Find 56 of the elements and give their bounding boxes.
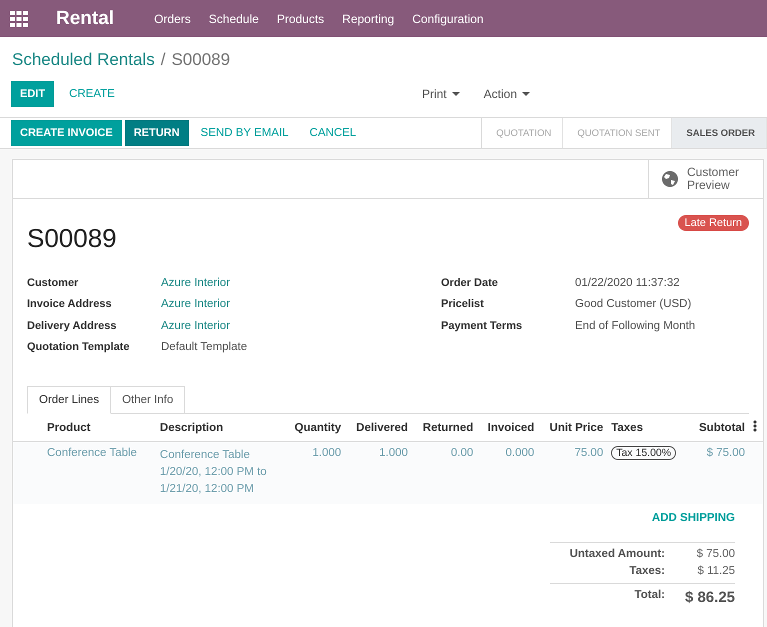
customer-preview-button[interactable]: Customer Preview: [648, 160, 763, 198]
table-cell: 0.000: [477, 442, 538, 504]
menu-item[interactable]: Orders: [154, 12, 191, 26]
create-button[interactable]: CREATE: [60, 81, 124, 107]
total-value: $ 75.00: [696, 548, 735, 560]
statusbar-button[interactable]: CANCEL: [300, 120, 366, 146]
menu-item[interactable]: Products: [276, 12, 324, 26]
field-label: Payment Terms: [441, 320, 524, 332]
status-stage[interactable]: SALES ORDER: [672, 118, 767, 148]
menu-item[interactable]: Schedule: [208, 12, 259, 26]
order-number: S00089: [27, 223, 117, 254]
field-label: Invoice Address: [27, 298, 113, 310]
field-value: End of Following Month: [575, 320, 696, 332]
breadcrumb-link[interactable]: Scheduled Rentals: [12, 50, 155, 70]
total-value: $ 11.25: [697, 565, 735, 577]
table-cell: 0.00: [412, 442, 478, 504]
total-label: Total:: [634, 589, 665, 603]
menu-item[interactable]: Reporting: [342, 12, 394, 26]
menu-item[interactable]: Configuration: [412, 12, 484, 26]
field-label: Pricelist: [441, 298, 485, 310]
breadcrumb-separator: /: [160, 50, 166, 70]
table-cell: $ 75.00: [688, 442, 749, 504]
field-value: Good Customer (USD): [575, 298, 692, 310]
field-link[interactable]: Azure Interior: [161, 320, 230, 332]
table-cell: 1.000: [345, 442, 412, 504]
dropdown-button[interactable]: Print: [416, 86, 466, 102]
field-link[interactable]: Azure Interior: [161, 298, 230, 310]
breadcrumb-current: S00089: [171, 50, 230, 70]
tab[interactable]: Order Lines: [27, 386, 112, 414]
table-cell: 75.00: [538, 442, 608, 504]
statusbar-button[interactable]: CREATE INVOICE: [11, 120, 122, 146]
more-options-icon[interactable]: [753, 420, 757, 432]
field-link[interactable]: Azure Interior: [161, 276, 230, 289]
statusbar-button[interactable]: SEND BY EMAIL: [192, 120, 298, 146]
field-value: Default Template: [161, 341, 248, 354]
field-value: 01/22/2020 11:37:32: [575, 276, 680, 289]
field-label: Delivery Address: [27, 320, 118, 332]
app-name: Rental: [56, 8, 114, 30]
table-cell: Conference Table: [13, 442, 156, 504]
late-return-badge: Late Return: [678, 215, 749, 231]
add-shipping-link[interactable]: ADD SHIPPING: [652, 512, 735, 524]
table-cell: 1.000: [284, 442, 346, 504]
apps-grid-icon[interactable]: [10, 10, 28, 26]
globe-icon: [661, 170, 679, 188]
field-label: Order Date: [441, 276, 499, 289]
tax-tag: Tax 15.00%: [611, 446, 676, 460]
statusbar-button[interactable]: RETURN: [124, 120, 189, 146]
field-label: Customer: [27, 276, 80, 289]
total-label: Untaxed Amount:: [568, 548, 665, 560]
edit-button[interactable]: EDIT: [11, 81, 54, 107]
total-value: $ 86.25: [684, 589, 735, 606]
dropdown-button[interactable]: Action: [478, 86, 536, 102]
tab[interactable]: Other Info: [111, 386, 186, 414]
total-label: Taxes:: [628, 565, 665, 577]
field-label: Quotation Template: [27, 341, 130, 354]
table-cell: Conference Table 1/20/20, 12:00 PM to 1/21/20, 12:00 PM: [156, 442, 284, 504]
